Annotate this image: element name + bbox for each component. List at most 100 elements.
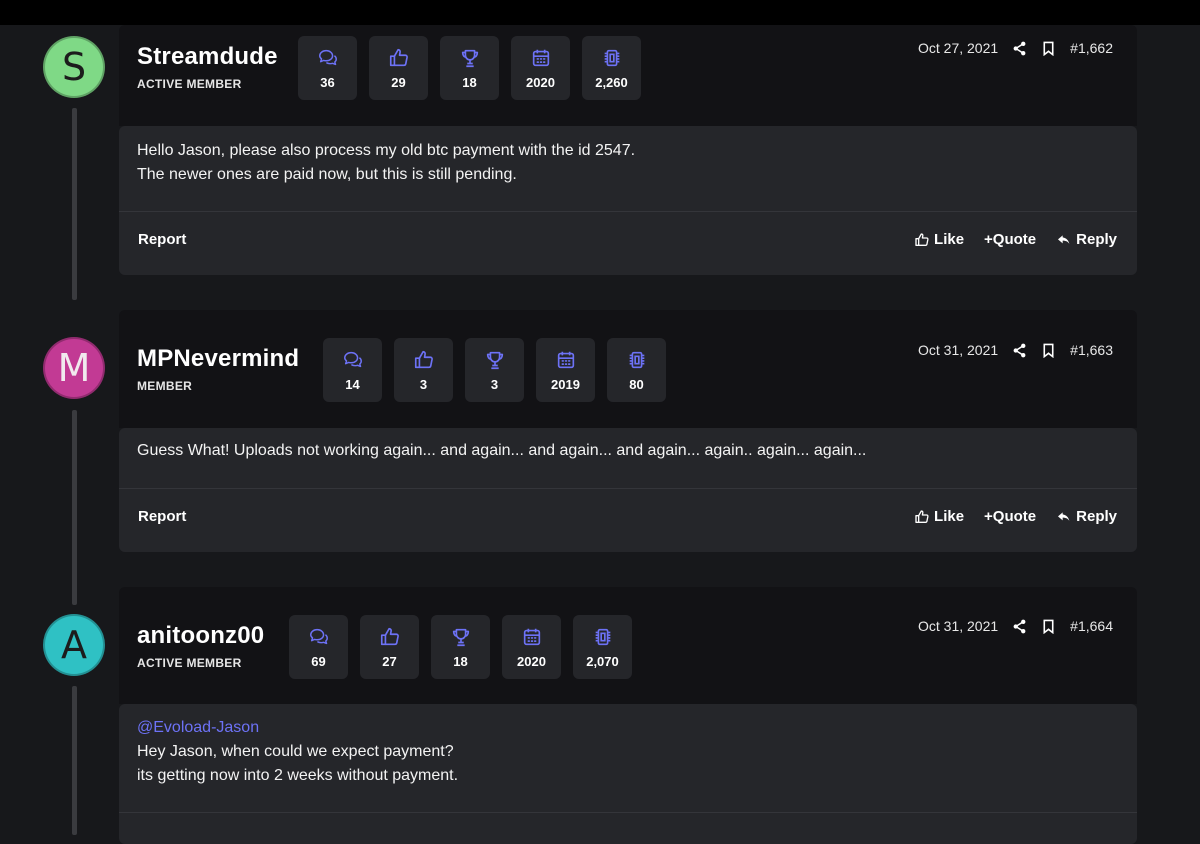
calendar-icon (532, 49, 549, 66)
stat-value: 2019 (551, 376, 580, 392)
trophy-icon (452, 628, 469, 646)
stat-value: 29 (391, 74, 406, 90)
stat-value: 2,070 (586, 653, 619, 669)
post-body: Guess What! Uploads not working again...… (119, 428, 1137, 552)
avatar[interactable]: M (43, 337, 105, 399)
top-bar (0, 0, 1200, 25)
stat-value: 2020 (517, 653, 546, 669)
post-header: MPNevermind MEMBER 14 3 3 2019 80 Oct 31… (119, 310, 1137, 428)
post: Streamdude ACTIVE MEMBER 36 29 18 2020 2… (119, 25, 1137, 275)
stat-value: 27 (382, 653, 397, 669)
trophy-icon (461, 49, 478, 67)
post-date[interactable]: Oct 31, 2021 (918, 342, 998, 358)
message-line: The newer ones are paid now, but this is… (137, 166, 517, 183)
post-header: Streamdude ACTIVE MEMBER 36 29 18 2020 2… (119, 25, 1137, 126)
post-number[interactable]: #1,662 (1070, 40, 1113, 56)
reply-icon (1058, 234, 1070, 244)
stat-value: 18 (453, 653, 468, 669)
report-link[interactable]: Report (138, 231, 186, 248)
stat-value: 80 (629, 376, 644, 392)
stat-trophies[interactable]: 18 (431, 615, 490, 679)
user-role: ACTIVE MEMBER (137, 656, 242, 670)
reply-button[interactable]: Reply (1056, 231, 1117, 248)
post-meta: Oct 31, 2021 #1,663 (918, 342, 1113, 358)
bookmark-icon[interactable] (1041, 619, 1056, 634)
avatar[interactable]: A (43, 614, 105, 676)
reply-label: Reply (1076, 508, 1117, 525)
username[interactable]: MPNevermind (137, 345, 299, 373)
report-link[interactable]: Report (138, 508, 186, 525)
message-line: Guess What! Uploads not working again...… (137, 442, 867, 459)
username[interactable]: Streamdude (137, 43, 278, 71)
stat-joined[interactable]: 2020 (511, 36, 570, 100)
stat-value: 69 (311, 653, 326, 669)
stat-reactions[interactable]: 27 (360, 615, 419, 679)
stat-joined[interactable]: 2020 (502, 615, 561, 679)
messages-icon (343, 351, 362, 367)
like-button[interactable]: Like (914, 508, 964, 525)
stat-value: 14 (345, 376, 360, 392)
like-button[interactable]: Like (914, 231, 964, 248)
reply-label: Reply (1076, 231, 1117, 248)
like-label: Like (934, 231, 965, 248)
stat-value: 2020 (526, 74, 555, 90)
stat-trophies[interactable]: 3 (465, 338, 524, 402)
reply-button[interactable]: Reply (1056, 508, 1117, 525)
post: anitoonz00 ACTIVE MEMBER 69 27 18 2020 2… (119, 587, 1137, 844)
user-stats: 69 27 18 2020 2,070 (289, 615, 632, 679)
username[interactable]: anitoonz00 (137, 622, 264, 650)
timeline-line (72, 410, 77, 605)
thumbs-up-icon (414, 350, 433, 368)
avatar[interactable]: S (43, 36, 105, 98)
stat-messages[interactable]: 36 (298, 36, 357, 100)
chip-icon (595, 628, 610, 645)
post-number[interactable]: #1,664 (1070, 618, 1113, 634)
message-line: Hello Jason, please also process my old … (137, 142, 636, 159)
post-meta: Oct 31, 2021 #1,664 (918, 618, 1113, 634)
stat-reactions[interactable]: 29 (369, 36, 428, 100)
share-icon[interactable] (1012, 619, 1027, 634)
share-icon[interactable] (1012, 41, 1027, 56)
stat-messages[interactable]: 69 (289, 615, 348, 679)
post-message: @Evoload-Jason Hey Jason, when could we … (137, 716, 458, 788)
stat-reactions[interactable]: 3 (394, 338, 453, 402)
bookmark-icon[interactable] (1041, 343, 1056, 358)
share-icon[interactable] (1012, 343, 1027, 358)
post-body: Hello Jason, please also process my old … (119, 126, 1137, 275)
thumbs-up-icon (915, 232, 929, 246)
stat-messages[interactable]: 14 (323, 338, 382, 402)
post-date[interactable]: Oct 31, 2021 (918, 618, 998, 634)
reply-icon (1058, 511, 1070, 521)
stat-joined[interactable]: 2019 (536, 338, 595, 402)
post-message: Guess What! Uploads not working again...… (137, 439, 866, 463)
calendar-icon (557, 351, 574, 368)
thumbs-up-icon (915, 509, 929, 523)
user-mention[interactable]: @Evoload-Jason (137, 716, 458, 740)
bookmark-icon[interactable] (1041, 41, 1056, 56)
stat-value: 36 (320, 74, 335, 90)
chip-icon (604, 49, 619, 66)
stat-points[interactable]: 2,260 (582, 36, 641, 100)
message-line: its getting now into 2 weeks without pay… (137, 767, 459, 784)
stat-trophies[interactable]: 18 (440, 36, 499, 100)
quote-button[interactable]: +Quote (984, 508, 1036, 525)
post-body: @Evoload-Jason Hey Jason, when could we … (119, 704, 1137, 844)
post-date[interactable]: Oct 27, 2021 (918, 40, 998, 56)
post-actions: Like +Quote Reply (914, 508, 1117, 525)
stat-points[interactable]: 2,070 (573, 615, 632, 679)
divider (119, 211, 1137, 212)
thumbs-up-icon (380, 627, 399, 645)
post-meta: Oct 27, 2021 #1,662 (918, 40, 1113, 56)
like-label: Like (934, 508, 965, 525)
post-number[interactable]: #1,663 (1070, 342, 1113, 358)
user-role: MEMBER (137, 379, 193, 393)
divider (119, 488, 1137, 489)
post-message: Hello Jason, please also process my old … (137, 139, 635, 187)
divider (119, 812, 1137, 813)
stat-points[interactable]: 80 (607, 338, 666, 402)
quote-button[interactable]: +Quote (984, 231, 1036, 248)
messages-icon (318, 49, 337, 65)
trophy-icon (486, 351, 503, 369)
messages-icon (309, 628, 328, 644)
stat-value: 2,260 (595, 74, 628, 90)
